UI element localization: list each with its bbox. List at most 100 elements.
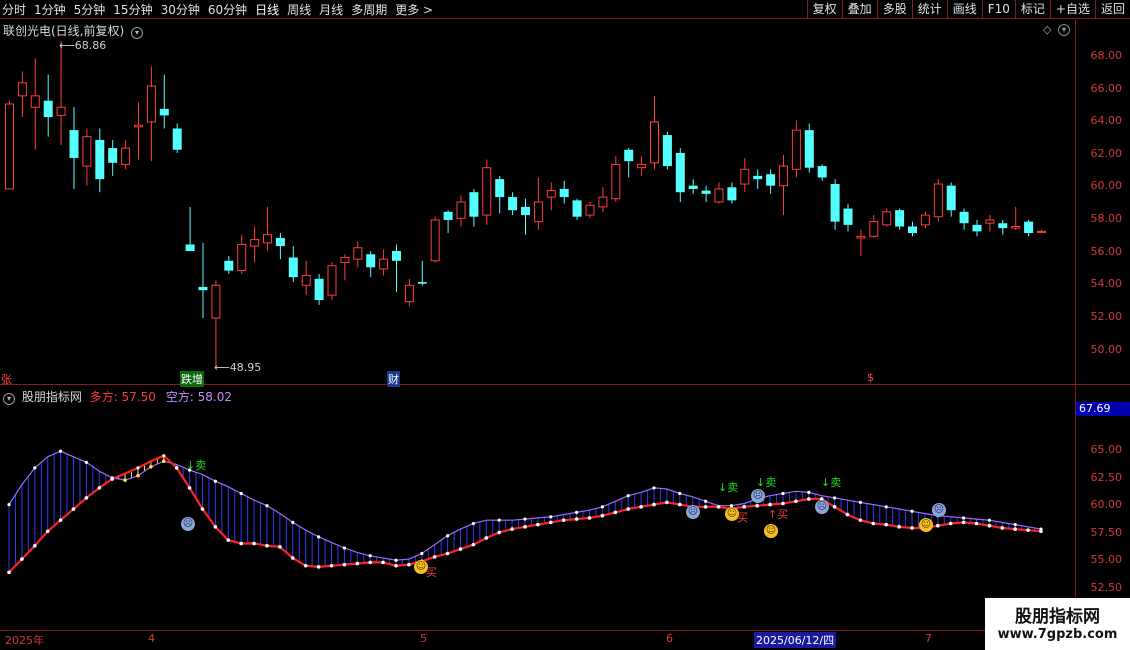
right-axis-divider (1075, 20, 1076, 630)
indicator-dot (755, 503, 759, 508)
date-label: 5 (420, 632, 427, 645)
price-tick: 50.00 (1090, 343, 1123, 356)
indicator-dot (329, 563, 334, 568)
indicator-dot (33, 466, 37, 470)
indicator-dot (123, 478, 127, 482)
indicator-dot (523, 517, 527, 521)
indicator-dot (600, 513, 605, 518)
back-button[interactable]: 返回 (1094, 0, 1130, 19)
smile-face-icon: ☺ (919, 518, 933, 532)
indicator-dot (355, 561, 360, 566)
indicator-tick: 55.00 (1090, 553, 1123, 566)
sad-face-icon: ☹ (686, 505, 700, 519)
indicator-tick: 60.00 (1090, 498, 1123, 511)
indicator-dot (1026, 528, 1030, 532)
indicator-dot (265, 504, 269, 508)
indicator-dot (291, 556, 295, 560)
indicator-dot (187, 486, 192, 490)
indicator-dot (781, 501, 785, 506)
indicator-dot (381, 560, 385, 565)
sad-face-icon: ☹ (751, 489, 765, 503)
date-label: 4 (148, 632, 155, 645)
indicator-dot (884, 522, 888, 527)
indicator-dot (59, 449, 63, 453)
sell-signal: ↓卖 (186, 459, 207, 472)
indicator-dot (948, 521, 953, 526)
price-tick: 62.00 (1090, 147, 1123, 160)
price-tick: 54.00 (1090, 277, 1123, 290)
indicator-dot (910, 526, 914, 530)
indicator-dot (303, 563, 308, 568)
indicator-dot (497, 530, 502, 535)
indicator-dot (278, 545, 282, 549)
indicator-dot (162, 454, 166, 458)
indicator-dot (523, 525, 527, 529)
indicator-dot (1013, 523, 1017, 527)
indicator-chart[interactable] (0, 0, 1075, 630)
indicator-dot (678, 502, 682, 507)
indicator-dot (1000, 526, 1005, 530)
indicator-dot (613, 510, 618, 515)
buy-signal: ↑买 (768, 508, 789, 521)
indicator-current-value: 67.69 (1076, 402, 1130, 416)
indicator-dot (432, 555, 437, 559)
indicator-dot (510, 527, 514, 531)
indicator-dot (845, 512, 850, 517)
indicator-dot (794, 499, 798, 504)
indicator-dot (587, 516, 592, 520)
indicator-dot (407, 562, 411, 567)
indicator-dot (58, 518, 63, 522)
indicator-dot (97, 486, 102, 490)
indicator-dot (471, 521, 475, 526)
indicator-dot (1039, 527, 1043, 531)
sell-signal: ↓卖 (756, 476, 777, 489)
indicator-dot (200, 507, 205, 511)
indicator-dot (703, 505, 708, 509)
sell-signal: ↓卖 (821, 476, 842, 489)
indicator-dot (394, 558, 398, 562)
watermark: 股朋指标网 www.7gpzb.com (985, 598, 1130, 650)
indicator-dot (536, 522, 540, 527)
indicator-dot (45, 529, 50, 534)
indicator-dot (858, 500, 863, 504)
indicator-dot (342, 562, 347, 567)
indicator-dot (561, 518, 566, 522)
indicator-dot (497, 518, 501, 522)
indicator-dot (962, 516, 966, 520)
indicator-dot (458, 547, 463, 551)
indicator-dot (807, 497, 811, 501)
indicator-dot (446, 534, 450, 538)
indicator-dot (7, 503, 11, 507)
price-tick: 58.00 (1090, 212, 1123, 225)
indicator-dot (136, 466, 140, 470)
indicator-dot (652, 502, 656, 507)
smile-face-icon: ☺ (725, 507, 739, 521)
indicator-dot (871, 521, 876, 526)
indicator-dot (626, 494, 630, 498)
indicator-dot (84, 460, 88, 464)
indicator-dot (445, 551, 450, 556)
indicator-dot (716, 505, 721, 509)
price-tick: 66.00 (1090, 82, 1123, 95)
indicator-dot (316, 565, 321, 569)
sad-face-icon: ☹ (181, 517, 195, 531)
indicator-dot (84, 496, 89, 500)
indicator-dot (368, 560, 373, 565)
price-tick: 52.00 (1090, 310, 1123, 323)
indicator-tick: 65.00 (1090, 443, 1123, 456)
indicator-dot (704, 499, 708, 503)
indicator-dot (71, 507, 76, 511)
indicator-dot (471, 542, 476, 547)
sad-face-icon: ☹ (932, 503, 946, 517)
indicator-dot (639, 505, 643, 509)
indicator-dot (226, 538, 231, 542)
indicator-dot (7, 570, 11, 575)
indicator-dot (291, 520, 295, 524)
indicator-dot (936, 523, 940, 528)
indicator-dot (832, 505, 837, 509)
indicator-tick: 57.50 (1090, 526, 1123, 539)
indicator-dot (549, 520, 553, 525)
date-label: 6 (666, 632, 673, 645)
indicator-dot (807, 490, 811, 494)
indicator-dot (781, 491, 785, 496)
